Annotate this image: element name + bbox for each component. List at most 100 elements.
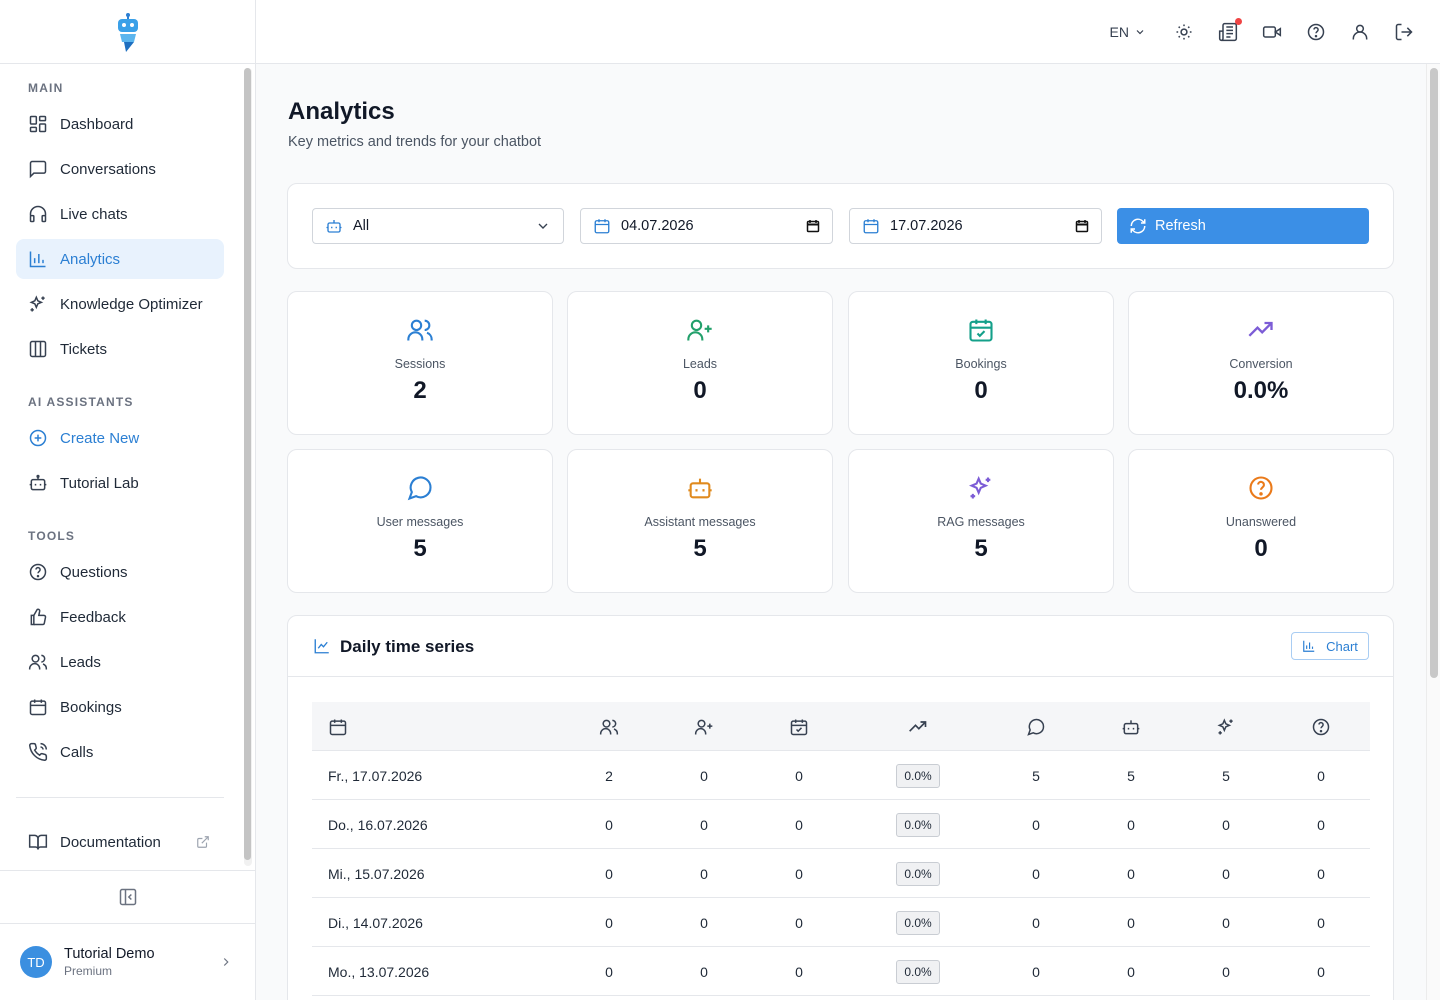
row-user-messages: 0	[1032, 963, 1040, 980]
table-header	[312, 702, 1370, 751]
row-user-messages: 5	[1032, 767, 1040, 784]
help-circle-icon	[1312, 718, 1330, 735]
headset-icon	[29, 205, 47, 223]
language-label: EN	[1109, 24, 1129, 40]
sidebar-item-bookings[interactable]: Bookings	[16, 687, 224, 727]
sidebar-item-create-new[interactable]: Create New	[16, 418, 224, 458]
row-user-messages: 0	[1032, 865, 1040, 882]
date-picker-icon[interactable]	[806, 219, 820, 233]
conversion-badge: 0.0%	[896, 812, 940, 837]
col-header-assistant-messages[interactable]	[1111, 702, 1151, 751]
bot-select[interactable]: All	[312, 208, 564, 244]
sidebar-item-conversations[interactable]: Conversations	[16, 149, 224, 189]
sidebar-collapse-icon[interactable]	[118, 887, 138, 907]
sidebar-collapse-bar	[0, 870, 255, 924]
stat-card-sessions: Sessions 2	[287, 291, 553, 435]
sidebar-item-label: Create New	[60, 429, 140, 447]
stat-value: 0	[693, 377, 707, 404]
section-label-tools: TOOLS	[28, 529, 76, 543]
logout-icon[interactable]	[1394, 22, 1414, 42]
col-header-leads[interactable]	[684, 702, 724, 751]
sidebar-item-questions[interactable]: Questions	[16, 552, 224, 592]
row-sessions: 0	[605, 914, 613, 931]
external-link-icon	[197, 836, 209, 848]
user-icon[interactable]	[1350, 22, 1370, 42]
row-leads: 0	[700, 865, 708, 882]
col-header-conversion[interactable]	[898, 702, 938, 751]
row-date: Mo., 13.07.2026	[328, 963, 430, 980]
col-header-date[interactable]	[328, 702, 348, 751]
sidebar-item-analytics[interactable]: Analytics	[16, 239, 224, 279]
date-to-input[interactable]: 17.07.2026	[849, 208, 1102, 244]
stat-label: RAG messages	[937, 515, 1025, 529]
stat-card-leads: Leads 0	[567, 291, 833, 435]
sidebar-item-tutorial-lab[interactable]: Tutorial Lab	[16, 463, 224, 503]
language-selector[interactable]: EN	[1110, 24, 1146, 40]
row-bookings: 0	[795, 767, 803, 784]
row-bookings: 0	[795, 865, 803, 882]
video-icon[interactable]	[1262, 22, 1282, 42]
sidebar-item-label: Feedback	[60, 608, 126, 626]
columns-icon	[29, 340, 47, 358]
calendar-icon	[29, 699, 47, 716]
col-header-rag-messages[interactable]	[1206, 702, 1246, 751]
sidebar-item-tickets[interactable]: Tickets	[16, 329, 224, 369]
stat-value: 0	[974, 377, 988, 404]
sidebar-item-label: Conversations	[60, 160, 156, 178]
date-picker-icon[interactable]	[1075, 219, 1089, 233]
col-header-user-messages[interactable]	[1016, 702, 1056, 751]
users-icon	[599, 719, 619, 734]
main-scrollbar-thumb[interactable]	[1430, 68, 1438, 678]
row-assistant-messages: 0	[1127, 865, 1135, 882]
col-header-bookings[interactable]	[779, 702, 819, 751]
row-leads: 0	[700, 767, 708, 784]
stat-label: Sessions	[394, 357, 446, 371]
bot-icon	[688, 478, 712, 499]
news-button[interactable]	[1218, 18, 1242, 42]
stat-card-assistant-messages: Assistant messages 5	[567, 449, 833, 593]
table-row: Do., 16.07.2026 0 0 0 0.0% 0 0 0 0	[312, 800, 1370, 849]
row-assistant-messages: 5	[1127, 767, 1135, 784]
section-label-main: MAIN	[28, 81, 64, 95]
timeseries-table: Fr., 17.07.2026 2 0 0 0.0% 5 5 5 0 Do., …	[312, 702, 1370, 996]
chevron-down-icon	[538, 223, 548, 229]
sidebar-item-dashboard[interactable]: Dashboard	[16, 104, 224, 144]
thumbs-up-icon	[30, 608, 47, 626]
calendar-icon	[863, 219, 879, 234]
robot-logo-icon[interactable]	[114, 12, 142, 52]
notification-dot	[1235, 18, 1242, 25]
col-header-unanswered[interactable]	[1301, 702, 1341, 751]
sidebar-item-knowledge-optimizer[interactable]: Knowledge Optimizer	[16, 284, 224, 324]
page-subtitle: Key metrics and trends for your chatbot	[288, 134, 542, 150]
refresh-button[interactable]: Refresh	[1117, 208, 1369, 244]
chart-view-button[interactable]: Chart	[1291, 632, 1369, 660]
row-date: Do., 16.07.2026	[328, 816, 428, 833]
topbar: EN	[256, 0, 1440, 64]
help-circle-icon[interactable]	[1306, 22, 1326, 42]
sidebar-item-calls[interactable]: Calls	[16, 732, 224, 772]
col-header-sessions[interactable]	[589, 702, 629, 751]
date-from-input[interactable]: 04.07.2026	[580, 208, 833, 244]
sidebar-item-leads[interactable]: Leads	[16, 642, 224, 682]
user-profile[interactable]: TD Tutorial Demo Premium	[0, 924, 255, 1000]
sidebar-item-feedback[interactable]: Feedback	[16, 597, 224, 637]
users-icon	[407, 319, 433, 341]
stat-card-conversion: Conversion 0.0%	[1128, 291, 1394, 435]
sidebar-item-live-chats[interactable]: Live chats	[16, 194, 224, 234]
calendar-icon	[329, 719, 347, 735]
row-bookings: 0	[795, 914, 803, 931]
sidebar-scrollbar-thumb[interactable]	[244, 68, 251, 860]
sidebar-item-label: Tickets	[60, 340, 107, 358]
chevron-down-icon	[1136, 30, 1144, 35]
row-assistant-messages: 0	[1127, 914, 1135, 931]
main-scrollbar-track[interactable]	[1426, 64, 1440, 1000]
chart-button-label: Chart	[1326, 638, 1358, 654]
sun-icon[interactable]	[1174, 22, 1194, 42]
stat-card-bookings: Bookings 0	[848, 291, 1114, 435]
users-icon	[28, 654, 48, 670]
trending-up-icon	[1248, 321, 1273, 337]
sidebar-item-label: Analytics	[60, 250, 121, 268]
row-user-messages: 0	[1032, 914, 1040, 931]
user-plan: Premium	[64, 964, 113, 978]
sidebar-item-documentation[interactable]: Documentation	[16, 822, 224, 862]
